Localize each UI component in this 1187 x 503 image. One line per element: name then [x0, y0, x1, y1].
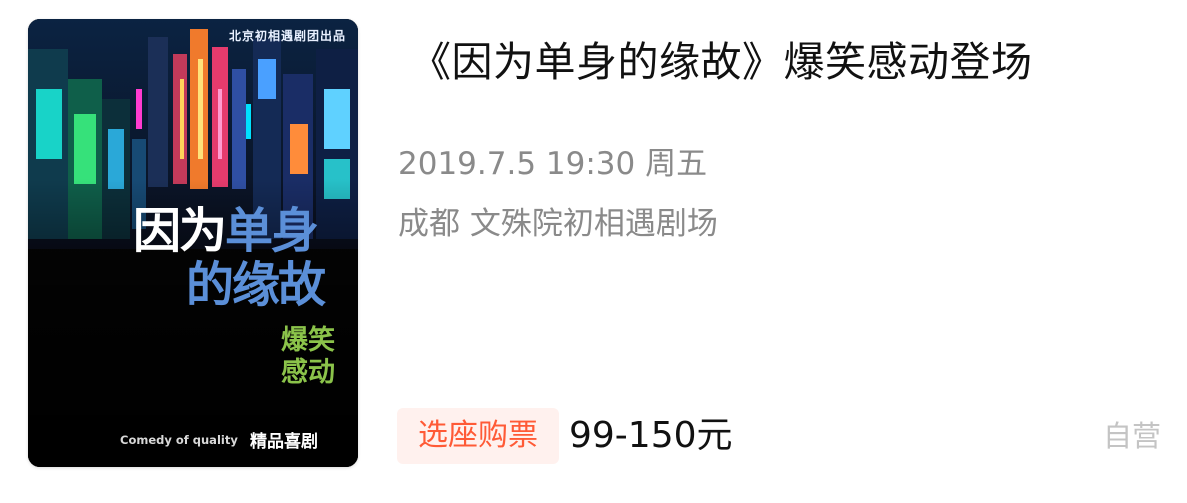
poster-genre: 精品喜剧 [250, 432, 318, 452]
poster-tag-line1: 爆笑 [281, 325, 335, 356]
poster-comedy-text: Comedy of quality [120, 433, 238, 447]
event-datetime: 2019.7.5 19:30 周五 [398, 146, 708, 182]
poster-tag: 爆笑 感动 [280, 325, 336, 389]
event-card[interactable]: 北京初相遇剧团出品 因为单身 的缘故 爆笑 感动 Comedy of quali… [0, 0, 1187, 503]
self-run-label: 自营 [1102, 419, 1161, 453]
poster-presenter: 北京初相遇剧团出品 [228, 29, 346, 43]
poster-tag-line2: 感动 [281, 357, 335, 388]
buy-ticket-button[interactable]: 选座购票 [397, 408, 559, 464]
event-title[interactable]: 《因为单身的缘故》爆笑感动登场 [410, 28, 1180, 88]
event-venue: 成都 文殊院初相遇剧场 [398, 206, 718, 242]
poster-title-line2: 的缘故 [186, 257, 326, 313]
price-range: 99-150元 [569, 415, 733, 456]
event-poster[interactable]: 北京初相遇剧团出品 因为单身 的缘故 爆笑 感动 Comedy of quali… [28, 19, 358, 467]
